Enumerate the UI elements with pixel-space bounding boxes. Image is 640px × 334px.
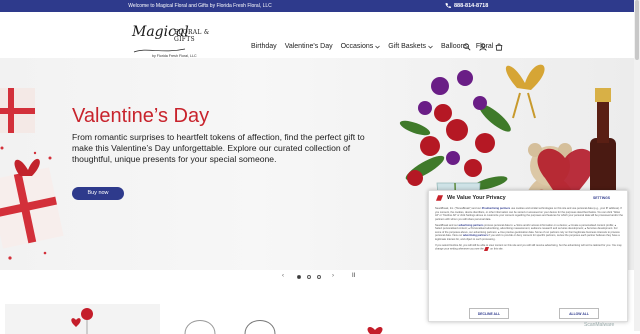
announcement-text: Welcome to Magical Floral and Gifts by F… (128, 3, 272, 9)
consent-paragraph-2: NewsBreak and our advertising partners p… (435, 224, 623, 242)
nav-item-birthday[interactable]: Birthday (251, 43, 277, 50)
slider-dot-2[interactable] (307, 275, 311, 279)
product-card[interactable] (5, 304, 160, 334)
consent-paragraph-1: NewsBreak, Inc. ("NewsBreak") and our 26… (435, 207, 623, 221)
slider-next-button[interactable]: › (332, 273, 334, 279)
nav-label: Gift Baskets (388, 43, 427, 50)
product-image (244, 320, 276, 334)
slider-dot-3[interactable] (317, 275, 321, 279)
product-image (367, 327, 383, 334)
slider-prev-button[interactable]: ‹ (282, 273, 284, 279)
buy-now-button[interactable]: Buy now (72, 187, 124, 200)
search-icon[interactable] (463, 43, 471, 51)
nav-item-gift-baskets[interactable]: Gift Baskets (388, 43, 433, 50)
slider-dot-1[interactable] (297, 275, 301, 279)
phone-icon (445, 3, 451, 8)
nav-label: Valentine's Day (284, 43, 333, 50)
cookie-consent-dialog: We Value Your Privacy SETTINGS NewsBreak… (428, 190, 628, 322)
consent-body: NewsBreak, Inc. ("NewsBreak") and our 26… (435, 207, 623, 254)
consent-text: If you select Decline All, you will stil… (435, 243, 622, 251)
product-image (184, 320, 216, 334)
logo-swash (133, 48, 186, 53)
product-image (71, 308, 93, 334)
page-scrollbar[interactable] (634, 0, 640, 331)
decline-all-button[interactable]: DECLINE ALL (469, 308, 509, 319)
product-card[interactable] (165, 304, 320, 334)
consent-paragraph-3: If you select Decline All, you will stil… (435, 244, 623, 252)
hero-description: From romantic surprises to heartfelt tok… (72, 132, 365, 165)
logo-caps: FLORAL & GIFTS (174, 29, 210, 43)
gift-boxes-left-image (0, 88, 64, 260)
announcement-bar: Welcome to Magical Floral and Gifts by F… (0, 0, 640, 12)
account-icon[interactable] (479, 43, 487, 51)
nav-label: Occasions (340, 43, 374, 50)
nav-item-occasions[interactable]: Occasions (341, 43, 381, 50)
hero-title: Valentine’s Day (72, 105, 210, 127)
nav-item-valentines[interactable]: Valentine's Day (285, 43, 333, 50)
newsbreak-mini-icon (484, 247, 490, 251)
nav-label: Birthday (251, 43, 277, 50)
consent-text: on this site. (490, 247, 504, 251)
scrollbar-thumb[interactable] (635, 0, 639, 60)
consent-title: We Value Your Privacy (447, 195, 506, 201)
allow-all-button[interactable]: ALLOW ALL (559, 308, 599, 319)
slider-pause-button[interactable]: II (352, 273, 355, 279)
header-icons (463, 43, 503, 51)
chevron-down-icon (375, 45, 381, 48)
phone-number[interactable]: 888-814-8718 (454, 3, 488, 9)
consent-settings-link[interactable]: SETTINGS (593, 196, 610, 200)
cart-icon[interactable] (495, 43, 503, 51)
site-header: Magical FLORAL & GIFTS by Florida Fresh … (0, 12, 640, 58)
newsbreak-logo-icon (436, 195, 443, 201)
chevron-down-icon (428, 45, 433, 48)
watermark: ScanMalware (584, 322, 615, 328)
